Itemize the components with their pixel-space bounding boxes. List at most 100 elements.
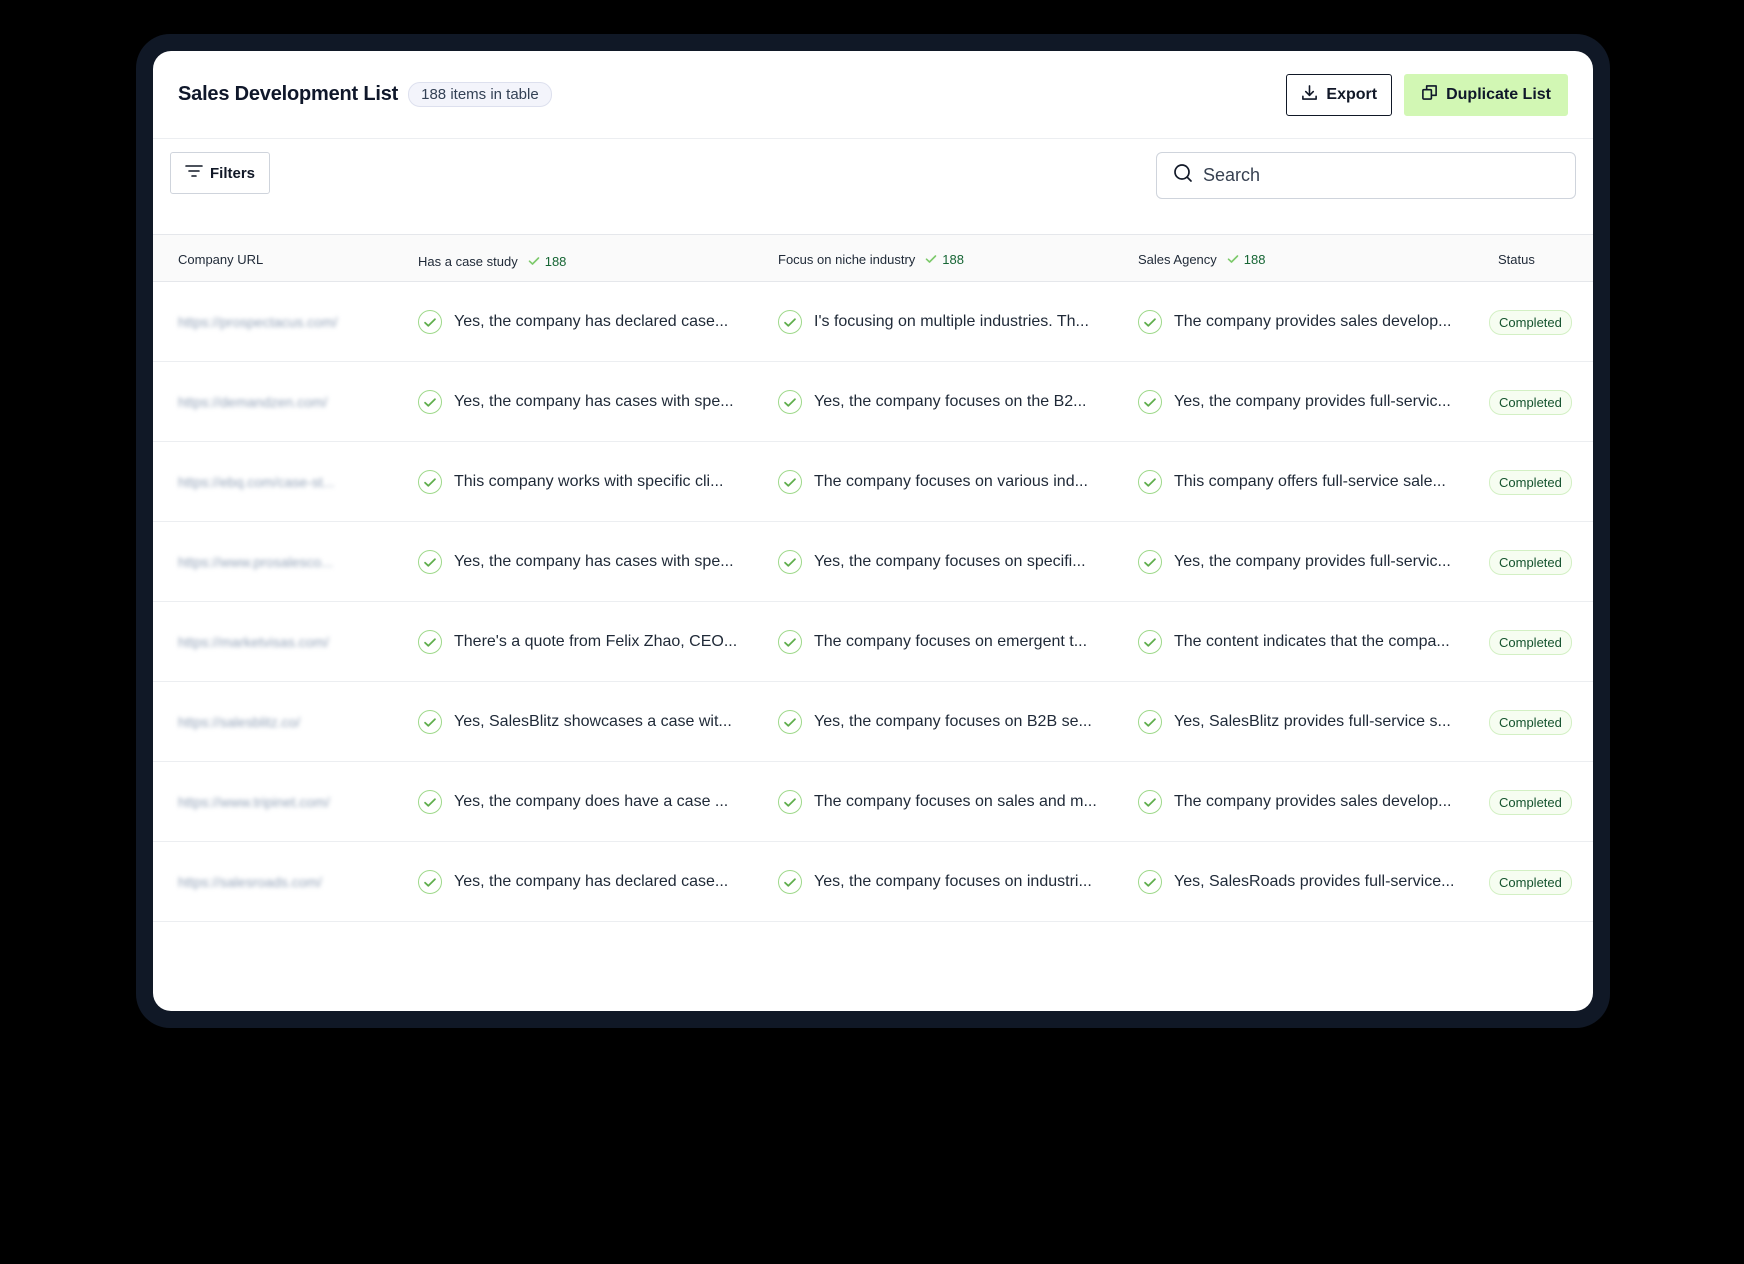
check-circle-icon (418, 630, 442, 654)
table-row[interactable]: https://salesroads.com/Yes, the company … (153, 842, 1593, 922)
niche-industry-cell[interactable]: I's focusing on multiple industries. Th.… (778, 282, 1089, 362)
case-study-cell[interactable]: Yes, SalesBlitz showcases a case wit... (418, 682, 732, 762)
item-count-badge: 188 items in table (408, 82, 552, 107)
niche-industry-cell[interactable]: Yes, the company focuses on specifi... (778, 522, 1086, 602)
check-circle-icon (778, 630, 802, 654)
check-circle-icon (418, 550, 442, 574)
sales-agency-text: This company offers full-service sale... (1174, 473, 1446, 490)
duplicate-label: Duplicate List (1446, 85, 1551, 103)
check-circle-icon (778, 870, 802, 894)
check-circle-icon (778, 790, 802, 814)
toolbar: Filters (153, 139, 1593, 234)
status-badge: Completed (1489, 469, 1572, 495)
duplicate-list-button[interactable]: Duplicate List (1404, 73, 1568, 116)
column-label: Status (1498, 251, 1535, 267)
column-count-value: 188 (942, 251, 964, 267)
check-circle-icon (1138, 470, 1162, 494)
check-icon (925, 255, 937, 263)
sales-agency-cell[interactable]: The company provides sales develop... (1138, 762, 1451, 842)
niche-industry-text: Yes, the company focuses on specifi... (814, 553, 1086, 570)
table-row[interactable]: https://salesblitz.co/Yes, SalesBlitz sh… (153, 682, 1593, 762)
page-header: Sales Development List 188 items in tabl… (153, 51, 1593, 139)
sales-agency-text: The content indicates that the compa... (1174, 633, 1450, 650)
sales-agency-text: Yes, the company provides full-servic... (1174, 553, 1451, 570)
company-url-cell[interactable]: https://prospectacus.com/ (178, 282, 338, 362)
check-circle-icon (418, 870, 442, 894)
table-row[interactable]: https://demandzen.com/Yes, the company h… (153, 362, 1593, 442)
company-url-cell[interactable]: https://www.tripinet.com/ (178, 762, 330, 842)
company-url-cell[interactable]: https://ebq.com/case-st... (178, 442, 334, 522)
search-box[interactable] (1156, 152, 1576, 199)
sales-agency-cell[interactable]: This company offers full-service sale... (1138, 442, 1446, 522)
filter-icon (185, 164, 203, 182)
sales-agency-cell[interactable]: The content indicates that the compa... (1138, 602, 1450, 682)
sales-agency-cell[interactable]: The company provides sales develop... (1138, 282, 1451, 362)
check-circle-icon (418, 390, 442, 414)
check-circle-icon (418, 470, 442, 494)
sales-agency-cell[interactable]: Yes, SalesBlitz provides full-service s.… (1138, 682, 1451, 762)
header-actions: Export Duplicate List (1286, 73, 1568, 116)
case-study-cell[interactable]: This company works with specific cli... (418, 442, 723, 522)
case-study-cell[interactable]: Yes, the company does have a case ... (418, 762, 728, 842)
check-circle-icon (778, 550, 802, 574)
sales-agency-cell[interactable]: Yes, the company provides full-servic... (1138, 362, 1451, 442)
column-count: 188 (528, 253, 567, 269)
check-circle-icon (418, 310, 442, 334)
status-badge: Completed (1489, 709, 1572, 735)
niche-industry-cell[interactable]: Yes, the company focuses on the B2... (778, 362, 1086, 442)
company-url-cell[interactable]: https://marketvisas.com/ (178, 602, 329, 682)
status-cell: Completed (1489, 442, 1572, 522)
case-study-text: Yes, SalesBlitz showcases a case wit... (454, 713, 732, 730)
filters-button[interactable]: Filters (170, 152, 270, 194)
export-label: Export (1326, 85, 1378, 103)
check-circle-icon (1138, 870, 1162, 894)
case-study-text: There's a quote from Felix Zhao, CEO... (454, 633, 738, 650)
check-circle-icon (418, 710, 442, 734)
niche-industry-text: The company focuses on sales and m... (814, 793, 1097, 810)
check-icon (528, 257, 540, 265)
table-row[interactable]: https://prospectacus.com/Yes, the compan… (153, 282, 1593, 362)
sales-agency-text: Yes, SalesBlitz provides full-service s.… (1174, 713, 1451, 730)
niche-industry-text: The company focuses on various ind... (814, 473, 1088, 490)
column-header-case-study[interactable]: Has a case study 188 (418, 237, 566, 285)
table-row[interactable]: https://ebq.com/case-st... This company w… (153, 442, 1593, 522)
column-count-value: 188 (544, 253, 567, 269)
table-row[interactable]: https://www.prosalesco... Yes, the compan… (153, 522, 1593, 602)
company-url-cell[interactable]: https://salesblitz.co/ (178, 682, 300, 762)
status-cell: Completed (1489, 522, 1572, 602)
company-url-cell[interactable]: https://salesroads.com/ (178, 842, 322, 922)
list-card: Sales Development List 188 items in tabl… (153, 51, 1593, 1011)
table-body: https://prospectacus.com/Yes, the compan… (153, 282, 1593, 922)
table-row[interactable]: https://marketvisas.com/There's a quote … (153, 602, 1593, 682)
case-study-cell[interactable]: Yes, the company has declared case... (418, 842, 728, 922)
export-button[interactable]: Export (1286, 73, 1393, 116)
column-count: 188 (925, 252, 964, 267)
niche-industry-text: The company focuses on emergent t... (814, 633, 1088, 650)
column-header-sales-agency[interactable]: Sales Agency 188 (1138, 235, 1265, 283)
status-cell: Completed (1489, 682, 1572, 762)
case-study-cell[interactable]: Yes, the company has declared case... (418, 282, 728, 362)
case-study-cell[interactable]: Yes, the company has cases with spe... (418, 522, 734, 602)
check-circle-icon (778, 390, 802, 414)
niche-industry-cell[interactable]: Yes, the company focuses on B2B se... (778, 682, 1092, 762)
sales-agency-text: The company provides sales develop... (1174, 313, 1452, 330)
column-header-status[interactable]: Status (1498, 235, 1535, 283)
case-study-cell[interactable]: Yes, the company has cases with spe... (418, 362, 734, 442)
sales-agency-cell[interactable]: Yes, SalesRoads provides full-service... (1138, 842, 1454, 922)
case-study-text: This company works with specific cli... (454, 473, 724, 490)
column-header-niche-industry[interactable]: Focus on niche industry 188 (778, 235, 964, 283)
case-study-cell[interactable]: There's a quote from Felix Zhao, CEO... (418, 602, 737, 682)
table-header: Company URL Has a case study 188 Focus o… (153, 234, 1593, 282)
company-url-cell[interactable]: https://demandzen.com/ (178, 362, 327, 442)
niche-industry-cell[interactable]: The company focuses on sales and m... (778, 762, 1097, 842)
status-cell: Completed (1489, 362, 1572, 442)
niche-industry-cell[interactable]: The company focuses on emergent t... (778, 602, 1087, 682)
search-input[interactable] (1203, 165, 1543, 186)
column-header-company-url[interactable]: Company URL (178, 235, 263, 283)
niche-industry-cell[interactable]: Yes, the company focuses on industri... (778, 842, 1092, 922)
table-row[interactable]: https://www.tripinet.com/Yes, the compan… (153, 762, 1593, 842)
copy-icon (1421, 84, 1438, 106)
sales-agency-cell[interactable]: Yes, the company provides full-servic... (1138, 522, 1451, 602)
company-url-cell[interactable]: https://www.prosalesco... (178, 522, 333, 602)
niche-industry-cell[interactable]: The company focuses on various ind... (778, 442, 1088, 522)
